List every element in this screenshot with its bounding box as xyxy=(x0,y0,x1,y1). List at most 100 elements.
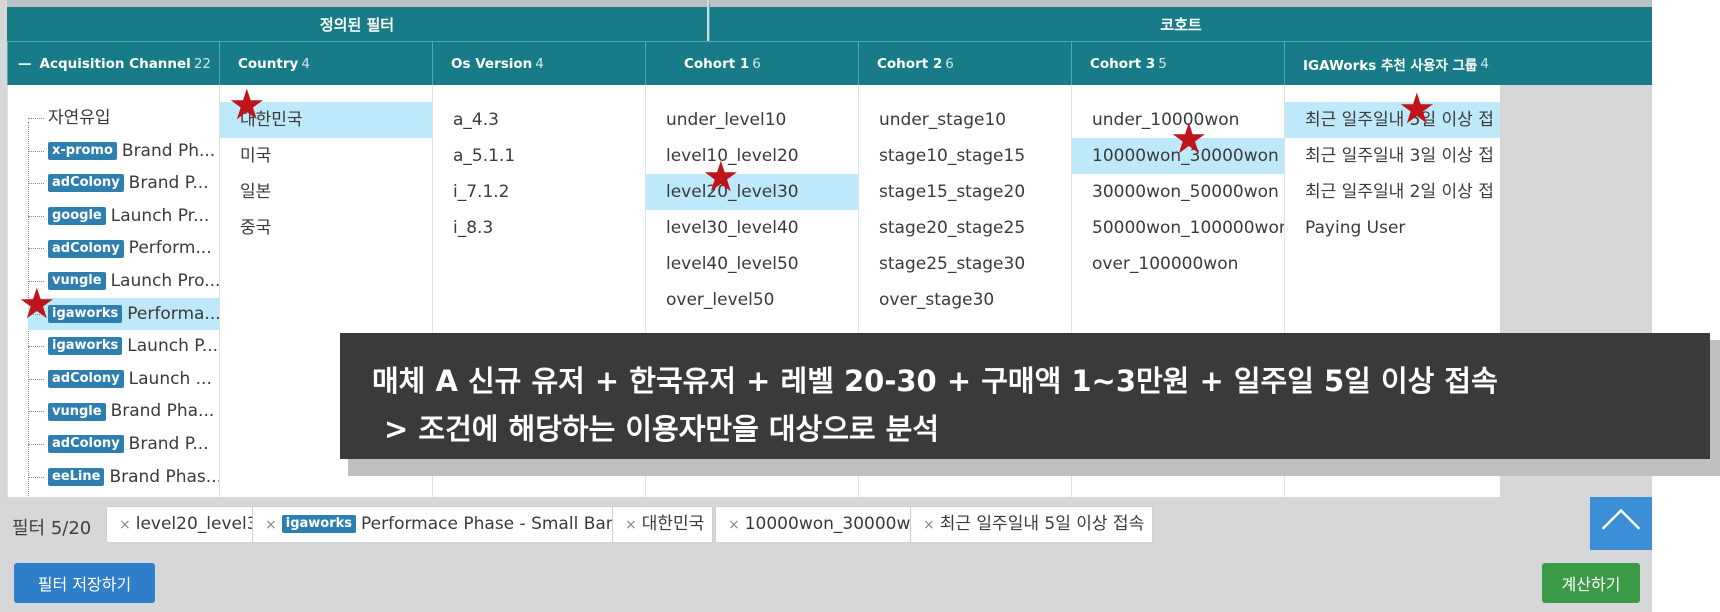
column-title: Cohort 1 xyxy=(684,55,750,72)
list-item[interactable]: stage10_stage15 xyxy=(859,138,1071,174)
remove-filter-icon[interactable]: × xyxy=(625,517,637,533)
remove-filter-icon[interactable]: × xyxy=(923,517,935,533)
column-header-country[interactable]: Country 4 xyxy=(219,41,432,85)
tree-item-channel[interactable]: x-promo Brand Ph... xyxy=(28,135,219,168)
annotation-line-2: > 조건에 해당하는 이용자만을 대상으로 분석 xyxy=(384,412,940,446)
list-item[interactable]: stage15_stage20 xyxy=(859,174,1071,210)
channel-badge: vungle xyxy=(48,402,106,421)
column-count: 5 xyxy=(1158,55,1167,72)
tree-item-channel[interactable]: igaworks Performa... xyxy=(28,297,219,331)
filter-chip: × 10000won_30000won xyxy=(715,506,941,543)
filter-chip: × igaworks Performace Phase - Small Banner xyxy=(252,506,654,543)
star-marker-icon: ★ xyxy=(228,80,266,129)
list-item[interactable]: 중국 xyxy=(220,210,432,246)
channel-label: Perform... xyxy=(128,238,212,259)
tree-item-channel[interactable]: adColony Brand P... xyxy=(28,428,219,461)
tree-item-channel[interactable]: adColony Perform... xyxy=(28,232,219,265)
column-title: IGAWorks 추천 사용자 그룹 xyxy=(1303,57,1478,74)
calculate-button[interactable]: 계산하기 xyxy=(1542,563,1640,603)
remove-filter-icon[interactable]: × xyxy=(728,517,740,533)
tree-item-channel[interactable]: vungle Launch Pro... xyxy=(28,265,219,298)
filter-chip-label: 최근 일주일내 5일 이상 접속 xyxy=(939,514,1145,534)
group-header-defined-filters: 정의된 필터 xyxy=(7,0,707,41)
tree-item-channel[interactable]: vungle Brand Pha... xyxy=(28,395,219,428)
list-item[interactable]: stage20_stage25 xyxy=(859,210,1071,246)
column-title: Os Version xyxy=(451,55,533,72)
list-item[interactable]: 최근 일주일내 3일 이상 접 xyxy=(1285,138,1500,174)
star-marker-icon: ★ xyxy=(1170,114,1208,163)
column-header-acquisition-channel[interactable]: — Acquisition Channel 22 xyxy=(7,41,219,85)
list-item[interactable]: level30_level40 xyxy=(646,210,858,246)
selected-filter-bar: 필터 5/20 × level20_level30 × igaworks Perform… xyxy=(0,497,1652,550)
list-item[interactable]: 일본 xyxy=(220,174,432,210)
channel-tree: 자연유입 x-promo Brand Ph... adColony Brand P..… xyxy=(28,102,219,497)
list-item[interactable]: a_5.1.1 xyxy=(433,138,645,174)
filter-chip: × 대한민국 xyxy=(612,506,714,543)
channel-badge: adColony xyxy=(48,239,124,258)
filter-chip-label: Performace Phase - Small Banner xyxy=(361,514,645,534)
channel-label: Brand Pha... xyxy=(110,401,215,422)
channel-label: Launch Pr... xyxy=(110,205,210,226)
column-title: Cohort 2 xyxy=(877,55,943,72)
filter-chip-label: level20_level30 xyxy=(135,514,269,534)
list-item[interactable]: a_4.3 xyxy=(433,102,645,138)
channel-badge: adColony xyxy=(48,174,124,193)
filter-chip-label: 대한민국 xyxy=(641,514,705,534)
tree-item-channel[interactable]: adColony Launch ... xyxy=(28,363,219,396)
column-count: 22 xyxy=(193,55,212,72)
channel-label: Brand P... xyxy=(128,173,209,194)
tree-root-organic[interactable]: 자연유입 xyxy=(28,102,219,135)
column-header-cohort-3[interactable]: Cohort 35 xyxy=(1071,41,1284,85)
channel-badge: adColony xyxy=(48,435,124,454)
channel-label: Brand P... xyxy=(128,433,209,454)
list-item[interactable]: under_stage10 xyxy=(859,102,1071,138)
list-item[interactable]: level20_level30 xyxy=(646,174,858,210)
tree-item-channel[interactable]: igaworks Launch P... xyxy=(28,330,219,363)
column-count: 6 xyxy=(945,55,954,72)
channel-label: Brand Phas... xyxy=(109,466,219,487)
list-item[interactable]: level10_level20 xyxy=(646,138,858,174)
tree-item-channel[interactable]: google Launch Pr... xyxy=(28,200,219,233)
list-item[interactable]: under_level10 xyxy=(646,102,858,138)
channel-badge: google xyxy=(48,207,106,226)
tree-item-channel[interactable]: eeLine Brand Phas... xyxy=(28,461,219,494)
list-item[interactable]: i_8.3 xyxy=(433,210,645,246)
tree-root-label: 자연유입 xyxy=(48,108,111,128)
channel-badge: adColony xyxy=(48,370,124,389)
column-count: 4 xyxy=(1480,55,1489,72)
column-count: 4 xyxy=(535,55,544,72)
channel-label: Launch Pro... xyxy=(110,270,219,291)
list-item[interactable]: 50000won_100000won xyxy=(1072,210,1284,246)
list-item[interactable]: over_100000won xyxy=(1072,246,1284,282)
save-filter-button[interactable]: 필터 저장하기 xyxy=(14,563,155,603)
list-item[interactable]: over_level50 xyxy=(646,282,858,318)
remove-filter-icon[interactable]: × xyxy=(265,517,277,533)
filter-panel: 정의된 필터 코호트 — Acquisition Channel 22 Count… xyxy=(0,0,1652,612)
star-marker-icon: ★ xyxy=(1398,84,1436,133)
list-item[interactable]: 30000won_50000won xyxy=(1072,174,1284,210)
channel-badge: igaworks xyxy=(281,515,357,533)
list-item[interactable]: i_7.1.2 xyxy=(433,174,645,210)
channel-badge: eeLine xyxy=(48,467,105,486)
column-header-igaworks-groups[interactable]: IGAWorks 추천 사용자 그룹 4 xyxy=(1284,41,1652,85)
list-item[interactable]: 최근 일주일내 5일 이상 접 xyxy=(1285,102,1500,138)
column-header-os-version[interactable]: Os Version 4 xyxy=(432,41,645,85)
list-item[interactable]: 미국 xyxy=(220,138,432,174)
scroll-to-top-button[interactable] xyxy=(1590,497,1652,550)
annotation-line-1: 매체 A 신규 유저 + 한국유저 + 레벨 20-30 + 구매액 1~3만원… xyxy=(372,364,1498,398)
tree-item-channel[interactable]: adColony Brand P... xyxy=(28,167,219,200)
list-item[interactable]: level40_level50 xyxy=(646,246,858,282)
group-header-cohort: 코호트 xyxy=(709,0,1652,41)
collapse-icon[interactable]: — xyxy=(18,56,32,72)
list-item[interactable]: stage25_stage30 xyxy=(859,246,1071,282)
star-marker-icon: ★ xyxy=(18,279,56,328)
list-item[interactable]: 최근 일주일내 2일 이상 접 xyxy=(1285,174,1500,210)
channel-badge: igaworks xyxy=(48,304,123,323)
channel-badge: vungle xyxy=(48,272,106,291)
column-title: Acquisition Channel xyxy=(39,55,191,72)
column-header-cohort-2[interactable]: Cohort 26 xyxy=(858,41,1071,85)
remove-filter-icon[interactable]: × xyxy=(119,517,131,533)
list-item[interactable]: over_stage30 xyxy=(859,282,1071,318)
list-item[interactable]: Paying User xyxy=(1285,210,1500,246)
column-header-cohort-1[interactable]: Cohort 16 xyxy=(645,41,858,85)
